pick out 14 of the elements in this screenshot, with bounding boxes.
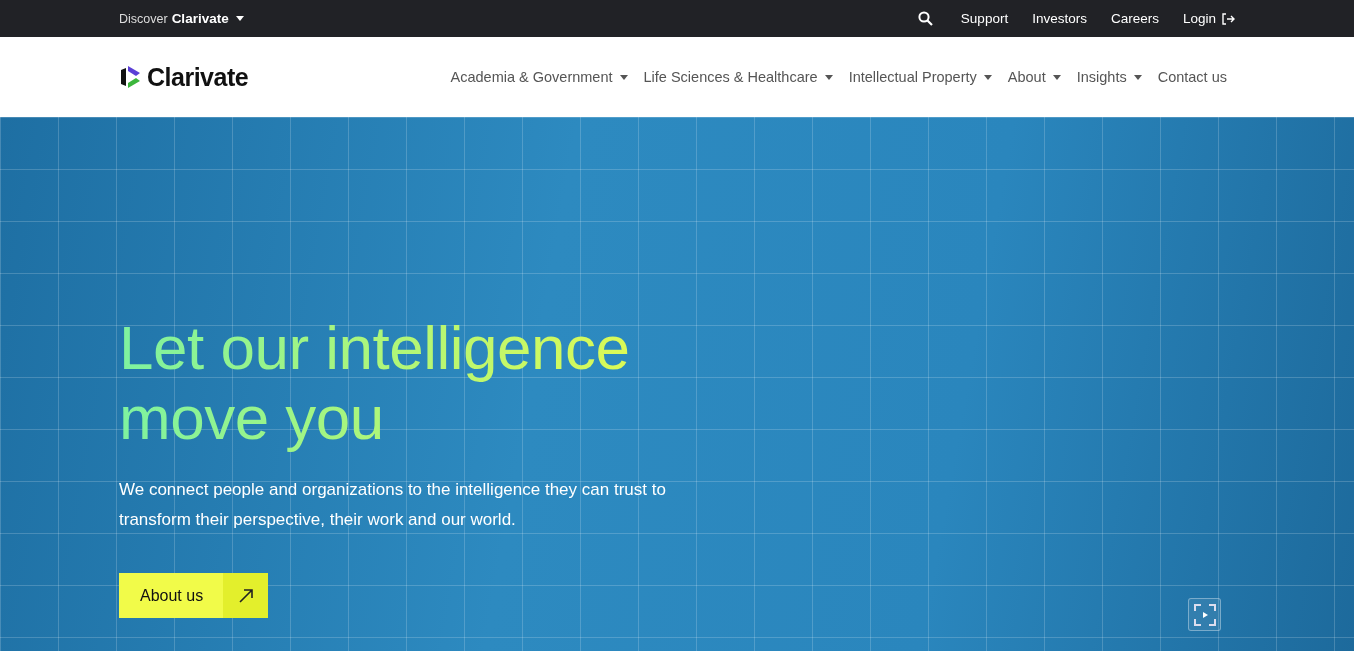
top-link[interactable]: Careers bbox=[1110, 11, 1159, 26]
nav-link[interactable]: About bbox=[1007, 69, 1061, 85]
nav-link[interactable]: Insights bbox=[1076, 69, 1142, 85]
discover-menu[interactable]: Discover Clarivate bbox=[119, 11, 244, 26]
nav-link[interactable]: Contact us bbox=[1157, 69, 1227, 85]
top-link[interactable]: Investors bbox=[1032, 11, 1087, 26]
nav-link[interactable]: Academia & Government bbox=[450, 69, 628, 85]
login-link[interactable]: Login bbox=[1182, 11, 1235, 26]
about-us-button[interactable]: About us bbox=[119, 573, 269, 618]
top-link[interactable]: Support bbox=[960, 11, 1009, 26]
logo-text[interactable]: Clarivate bbox=[147, 62, 249, 92]
nav-link[interactable]: Life Sciences & Healthcare bbox=[643, 69, 833, 85]
hero-description: We connect people and organizations to the intelligence they can trust to transform their perspective, their work and our world. bbox=[119, 479, 667, 531]
nav-link[interactable]: Intellectual Property bbox=[848, 69, 992, 85]
